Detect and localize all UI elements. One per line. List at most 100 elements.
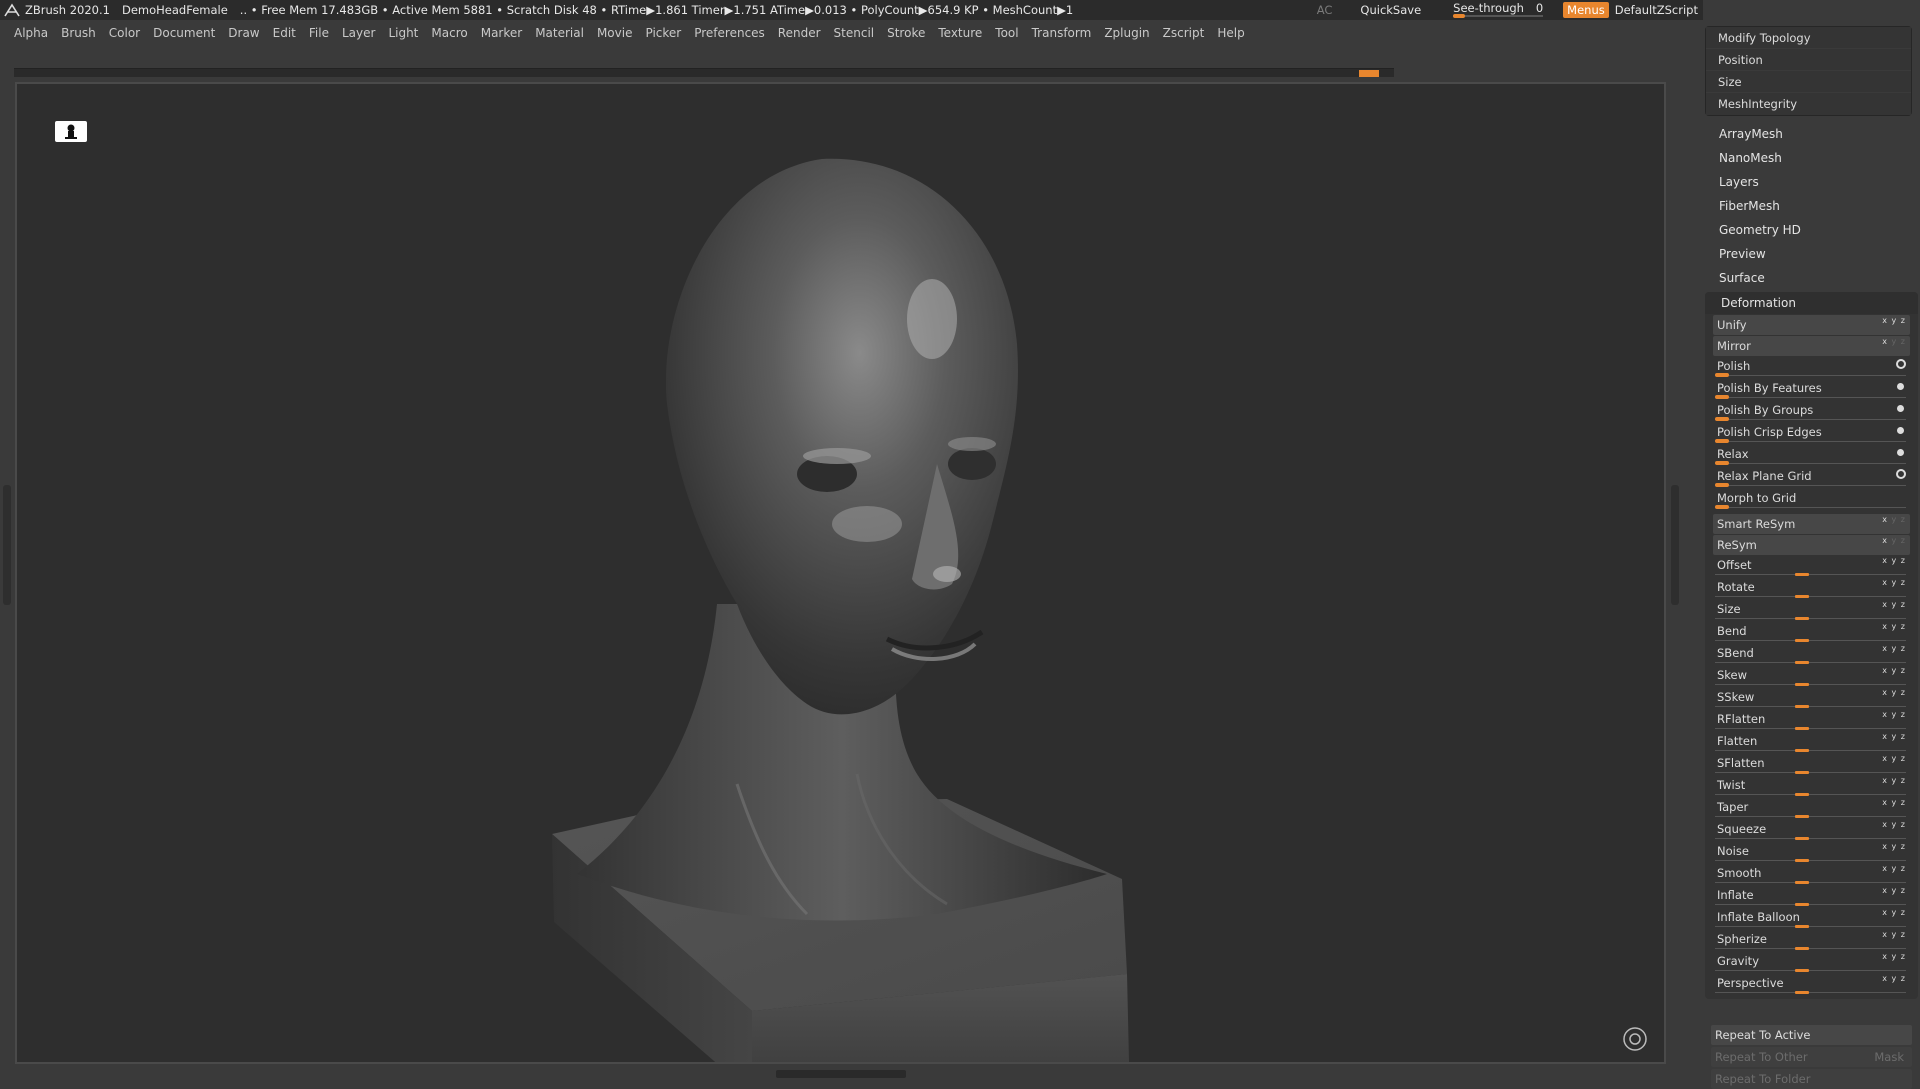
axis-flags-icon[interactable]: x y z — [1882, 688, 1906, 697]
menu-zplugin[interactable]: Zplugin — [1104, 26, 1149, 40]
axis-flags-icon[interactable]: x y z — [1882, 776, 1906, 785]
deform-slider-size[interactable]: Size x y z — [1713, 599, 1910, 621]
axis-flags-icon[interactable]: x y z — [1882, 732, 1906, 741]
menu-material[interactable]: Material — [535, 26, 584, 40]
modify-topology-button[interactable]: Modify Topology — [1706, 27, 1911, 49]
ac-indicator[interactable]: AC — [1317, 3, 1333, 17]
smart-resym-button[interactable]: Smart ReSym x y z — [1713, 514, 1910, 534]
axis-flags-icon[interactable]: x y z — [1882, 754, 1906, 763]
menu-macro[interactable]: Macro — [431, 26, 467, 40]
menu-stroke[interactable]: Stroke — [887, 26, 925, 40]
menu-edit[interactable]: Edit — [273, 26, 296, 40]
mode-ring-icon[interactable] — [1896, 359, 1906, 369]
deform-slider-offset[interactable]: Offset x y z — [1713, 555, 1910, 577]
deform-slider-inflate-balloon[interactable]: Inflate Balloon x y z — [1713, 907, 1910, 929]
axis-flags-icon[interactable]: x y z — [1882, 710, 1906, 719]
subpalette-geometry-hd[interactable]: Geometry HD — [1703, 218, 1920, 242]
menu-stencil[interactable]: Stencil — [834, 26, 875, 40]
see-through-slider[interactable]: See-through 0 — [1453, 0, 1544, 20]
deform-slider-sskew[interactable]: SSkew x y z — [1713, 687, 1910, 709]
menu-marker[interactable]: Marker — [481, 26, 522, 40]
quicksave-button[interactable]: QuickSave — [1360, 3, 1421, 17]
deform-slider-sflatten[interactable]: SFlatten x y z — [1713, 753, 1910, 775]
subpalette-layers[interactable]: Layers — [1703, 170, 1920, 194]
menu-layer[interactable]: Layer — [342, 26, 375, 40]
repeat-to-other-button[interactable]: Repeat To Other Mask — [1711, 1047, 1912, 1067]
bottom-tray-handle[interactable] — [776, 1070, 906, 1078]
left-tray-handle[interactable] — [3, 485, 11, 605]
menu-help[interactable]: Help — [1217, 26, 1244, 40]
right-tray-handle[interactable] — [1671, 485, 1679, 605]
menu-zscript[interactable]: Zscript — [1163, 26, 1205, 40]
axis-flags-icon[interactable]: x y z — [1882, 930, 1906, 939]
axis-flags-icon[interactable]: x y z — [1882, 842, 1906, 851]
mode-dot-icon[interactable] — [1897, 449, 1904, 456]
deform-slider-skew[interactable]: Skew x y z — [1713, 665, 1910, 687]
subpalette-nanomesh[interactable]: NanoMesh — [1703, 146, 1920, 170]
menu-picker[interactable]: Picker — [645, 26, 681, 40]
menu-movie[interactable]: Movie — [597, 26, 633, 40]
default-zscript-button[interactable]: DefaultZScript — [1615, 3, 1698, 17]
size-button[interactable]: Size — [1706, 71, 1911, 93]
mode-dot-icon[interactable] — [1897, 405, 1904, 412]
deform-slider-relax-plane-grid[interactable]: Relax Plane Grid — [1713, 466, 1910, 488]
axis-flags-icon[interactable]: x y z — [1882, 798, 1906, 807]
deform-slider-polish[interactable]: Polish — [1713, 356, 1910, 378]
resym-button[interactable]: ReSym x y z — [1713, 535, 1910, 555]
axis-flags-icon[interactable]: x y z — [1882, 578, 1906, 587]
menu-light[interactable]: Light — [388, 26, 418, 40]
unify-button[interactable]: Unify x y z — [1713, 315, 1910, 335]
mode-dot-icon[interactable] — [1897, 383, 1904, 390]
menu-document[interactable]: Document — [153, 26, 215, 40]
deform-slider-polish-by-features[interactable]: Polish By Features — [1713, 378, 1910, 400]
deform-slider-squeeze[interactable]: Squeeze x y z — [1713, 819, 1910, 841]
axis-flags-icon[interactable]: x y z — [1882, 886, 1906, 895]
axis-flags-icon[interactable]: x y z — [1882, 536, 1906, 545]
menu-tool[interactable]: Tool — [995, 26, 1018, 40]
deform-slider-perspective[interactable]: Perspective x y z — [1713, 973, 1910, 995]
mirror-button[interactable]: Mirror x y z — [1713, 336, 1910, 356]
deform-slider-taper[interactable]: Taper x y z — [1713, 797, 1910, 819]
subpalette-arraymesh[interactable]: ArrayMesh — [1703, 122, 1920, 146]
deform-slider-rotate[interactable]: Rotate x y z — [1713, 577, 1910, 599]
deform-slider-bend[interactable]: Bend x y z — [1713, 621, 1910, 643]
mode-ring-icon[interactable] — [1896, 469, 1906, 479]
axis-flags-icon[interactable]: x y z — [1882, 622, 1906, 631]
repeat-to-folder-button[interactable]: Repeat To Folder — [1711, 1069, 1912, 1089]
axis-flags-icon[interactable]: x y z — [1882, 644, 1906, 653]
menu-preferences[interactable]: Preferences — [694, 26, 765, 40]
deform-slider-inflate[interactable]: Inflate x y z — [1713, 885, 1910, 907]
axis-flags-icon[interactable]: x y z — [1882, 337, 1906, 346]
deform-slider-rflatten[interactable]: RFlatten x y z — [1713, 709, 1910, 731]
repeat-to-active-button[interactable]: Repeat To Active — [1711, 1025, 1912, 1045]
deform-slider-noise[interactable]: Noise x y z — [1713, 841, 1910, 863]
mesh-integrity-button[interactable]: MeshIntegrity — [1706, 93, 1911, 115]
menu-texture[interactable]: Texture — [938, 26, 982, 40]
menu-file[interactable]: File — [309, 26, 329, 40]
axis-flags-icon[interactable]: x y z — [1882, 556, 1906, 565]
axis-flags-icon[interactable]: x y z — [1882, 515, 1906, 524]
subpalette-surface[interactable]: Surface — [1703, 266, 1920, 290]
deform-slider-smooth[interactable]: Smooth x y z — [1713, 863, 1910, 885]
axis-flags-icon[interactable]: x y z — [1882, 666, 1906, 675]
canvas-viewport[interactable] — [15, 82, 1666, 1064]
axis-flags-icon[interactable]: x y z — [1882, 864, 1906, 873]
deformation-title[interactable]: Deformation — [1705, 292, 1918, 314]
deform-slider-relax[interactable]: Relax — [1713, 444, 1910, 466]
menu-alpha[interactable]: Alpha — [14, 26, 48, 40]
deform-slider-gravity[interactable]: Gravity x y z — [1713, 951, 1910, 973]
menu-render[interactable]: Render — [778, 26, 821, 40]
menu-brush[interactable]: Brush — [61, 26, 96, 40]
axis-flags-icon[interactable]: x y z — [1882, 316, 1906, 325]
axis-flags-icon[interactable]: x y z — [1882, 908, 1906, 917]
sculpted-head-model[interactable] — [17, 84, 1666, 1064]
menus-toggle[interactable]: Menus — [1563, 2, 1609, 18]
axis-flags-icon[interactable]: x y z — [1882, 600, 1906, 609]
axis-flags-icon[interactable]: x y z — [1882, 952, 1906, 961]
deform-slider-sbend[interactable]: SBend x y z — [1713, 643, 1910, 665]
deform-slider-morph-to-grid[interactable]: Morph to Grid — [1713, 488, 1910, 510]
deform-slider-spherize[interactable]: Spherize x y z — [1713, 929, 1910, 951]
deform-slider-flatten[interactable]: Flatten x y z — [1713, 731, 1910, 753]
deform-slider-twist[interactable]: Twist x y z — [1713, 775, 1910, 797]
menu-draw[interactable]: Draw — [228, 26, 259, 40]
